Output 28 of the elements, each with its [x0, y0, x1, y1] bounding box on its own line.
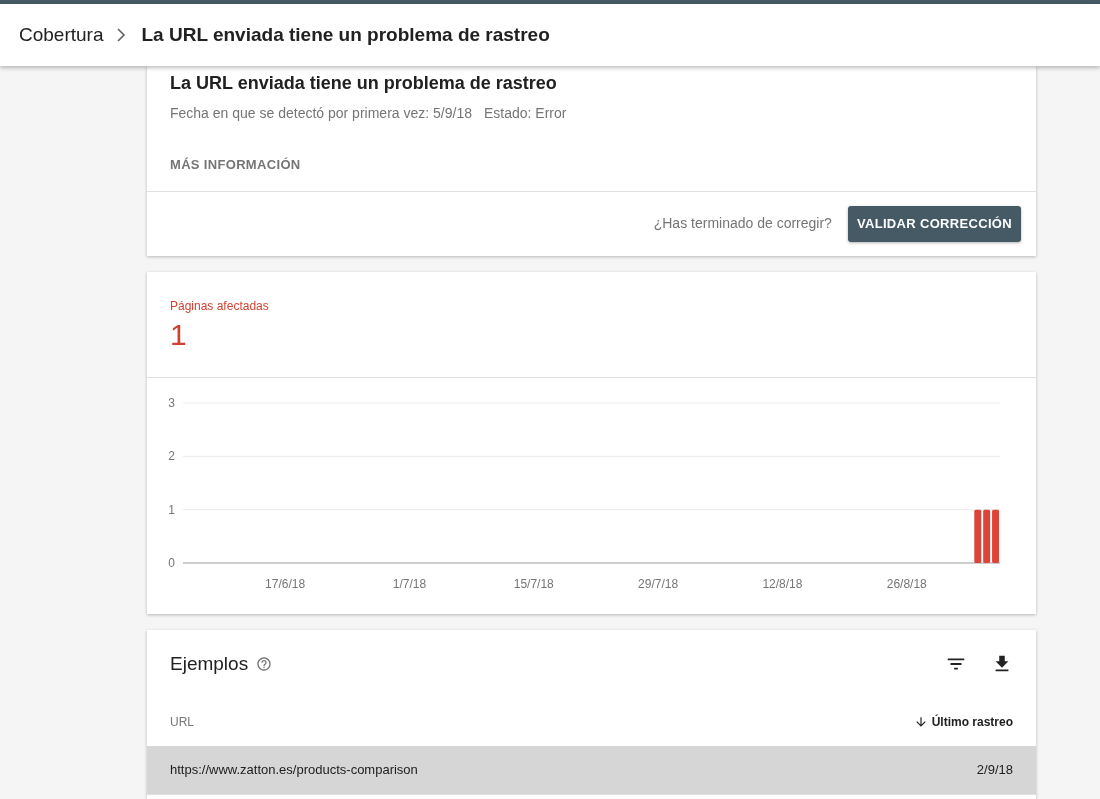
y-axis-label: 2 [168, 448, 175, 463]
metric-label: Páginas afectadas [170, 297, 270, 315]
table-row[interactable]: https://www.zatton.es/products-comparison 2/9/18 [147, 746, 1036, 795]
status-text: Estado: Error [483, 104, 567, 123]
date-cell-text: 2/9/18 [976, 761, 1013, 780]
more-info-link[interactable]: MÁS INFORMACIÓN [170, 155, 1013, 175]
issue-title: La URL enviada tiene un problema de rastreo [170, 72, 558, 95]
first-detected-date: Fecha en que se detectó por primera vez: 5/9/18 [170, 104, 472, 123]
x-axis-label: 26/8/18 [886, 576, 927, 591]
prompt-text: ¿Has terminado de corregir? [653, 214, 832, 233]
chevron-right-icon [115, 28, 126, 42]
x-axis-label: 17/6/18 [265, 576, 306, 591]
column-header[interactable]: URL [170, 713, 194, 731]
metric-value: 1 [170, 316, 188, 353]
x-axis-label: 12/8/18 [762, 576, 803, 591]
validate-button[interactable]: VALIDAR CORRECCIÓN [847, 205, 1021, 242]
y-axis-label: 0 [168, 555, 175, 570]
x-axis-label: 15/7/18 [513, 576, 554, 591]
x-axis-label: 29/7/18 [638, 576, 679, 591]
breadcrumb-link[interactable]: Cobertura [19, 20, 104, 50]
help-icon[interactable] [256, 655, 273, 672]
y-axis-label: 3 [168, 395, 175, 410]
column-header[interactable]: Último rastreo [913, 713, 1013, 731]
x-axis-label: 1/7/18 [392, 576, 427, 591]
examples-title: Ejemplos [170, 651, 249, 676]
page-title: La URL enviada tiene un problema de rastreo [141, 22, 550, 47]
url-cell-text: https://www.zatton.es/products-comparison [170, 761, 418, 780]
y-axis-label: 1 [168, 502, 175, 517]
